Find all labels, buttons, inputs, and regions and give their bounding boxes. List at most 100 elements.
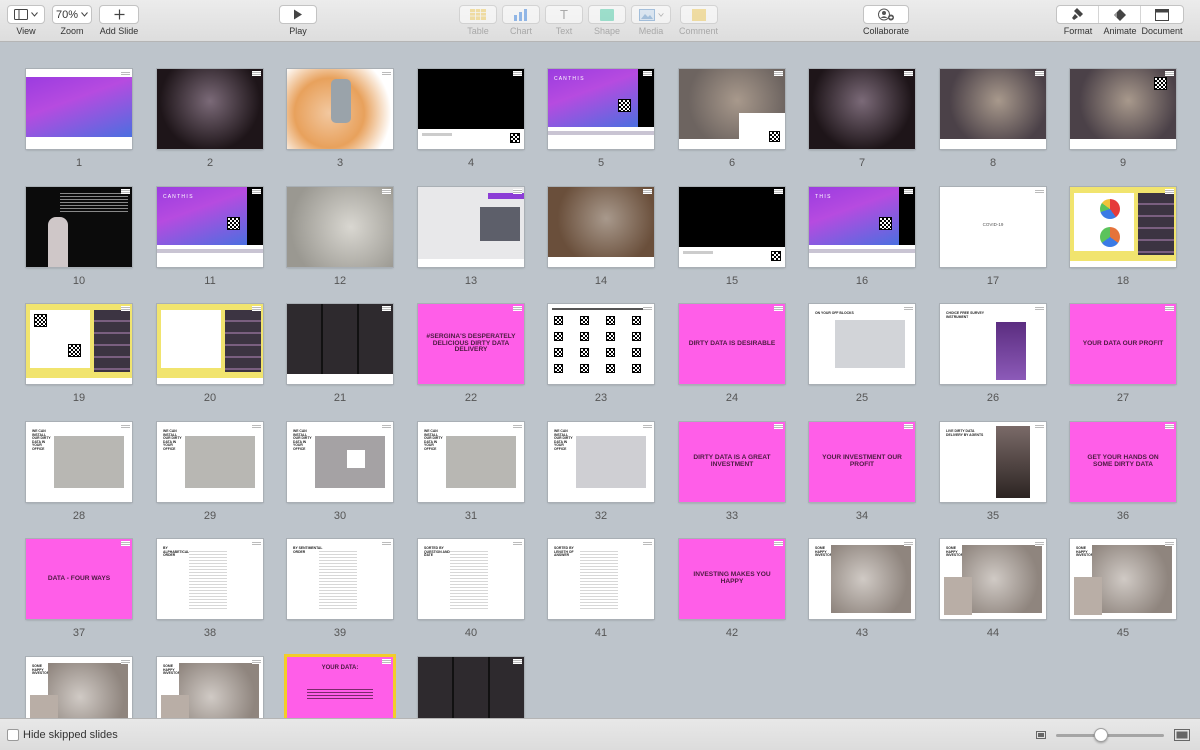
slide-thumbnail[interactable]: YOUR INVESTMENT OUR PROFIT 34	[809, 422, 915, 522]
collaborate-control[interactable]: Collaborate	[863, 5, 909, 36]
slide-preview[interactable]: DIRTY DATA IS DESIRABLE	[679, 304, 785, 384]
slide-thumbnail[interactable]: WE CAN INSTALL OUR DIRTY DATA IN YOUR OF…	[548, 422, 654, 522]
slide-preview[interactable]	[287, 69, 393, 149]
slide-preview[interactable]	[26, 304, 132, 384]
hide-skipped-checkbox[interactable]	[7, 728, 19, 741]
slide-preview[interactable]: COVID-19	[940, 187, 1046, 267]
slide-thumbnail[interactable]: YOUR DATA:48	[287, 657, 393, 718]
slide-thumbnail[interactable]: WE CAN INSTALL OUR DIRTY DATA IN YOUR OF…	[287, 422, 393, 522]
view-button[interactable]	[7, 5, 45, 24]
comment-control[interactable]: Comment	[679, 5, 718, 36]
slide-preview[interactable]: SORTED BY QUESTION AND DATE	[418, 539, 524, 619]
slide-preview[interactable]	[418, 657, 524, 718]
collaborate-button[interactable]	[863, 5, 910, 24]
slide-thumbnail[interactable]: WE CAN INSTALL OUR DIRTY DATA IN YOUR OF…	[418, 422, 524, 522]
slide-thumbnail[interactable]: WE CAN INSTALL OUR DIRTY DATA IN YOUR OF…	[157, 422, 263, 522]
slide-preview[interactable]: #SERGINA'S DESPERATELY DELICIOUS DIRTY D…	[418, 304, 524, 384]
slide-thumbnail[interactable]: 12	[287, 187, 393, 287]
slide-preview[interactable]	[548, 187, 654, 267]
slide-thumbnail[interactable]: SOME HAPPY INVESTORS 44	[940, 539, 1046, 639]
slide-thumbnail[interactable]: SOME HAPPY INVESTORS 45	[1070, 539, 1176, 639]
slide-preview[interactable]: SOME HAPPY INVESTORS	[1070, 539, 1176, 619]
slide-thumbnail[interactable]: 10	[26, 187, 132, 287]
zoom-select[interactable]: 70%	[52, 5, 92, 24]
slide-preview[interactable]	[809, 69, 915, 149]
slide-preview[interactable]: LIVE DIRTY DATA DELIVERY BY AGENTS	[940, 422, 1046, 502]
slide-preview[interactable]: SORTED BY LENGTH OF ANSWER	[548, 539, 654, 619]
thumbnail-size-slider[interactable]	[1056, 727, 1164, 742]
slide-preview[interactable]: WE CAN INSTALL OUR DIRTY DATA IN YOUR OF…	[418, 422, 524, 502]
slide-preview[interactable]: SOME HAPPY INVESTORS	[157, 657, 263, 718]
slide-thumbnail[interactable]: 3	[287, 69, 393, 169]
slide-thumbnail[interactable]: 18	[1070, 187, 1176, 287]
comment-button[interactable]	[679, 5, 718, 24]
text-button[interactable]: T	[545, 5, 583, 24]
slide-preview[interactable]: BY SENTIMENTAL ORDER	[287, 539, 393, 619]
slide-preview[interactable]: BY ALPHABETICAL ORDER	[157, 539, 263, 619]
view-control[interactable]: View	[7, 5, 45, 36]
slide-thumbnail[interactable]: DATA - FOUR WAYS 37	[26, 539, 132, 639]
slide-preview[interactable]	[418, 69, 524, 149]
slide-thumbnail[interactable]: 2	[157, 69, 263, 169]
slide-preview[interactable]: YOUR INVESTMENT OUR PROFIT	[809, 422, 915, 502]
slide-thumbnail[interactable]: 20	[157, 304, 263, 404]
slide-thumbnail[interactable]: 1	[26, 69, 132, 169]
slide-preview[interactable]: SOME HAPPY INVESTORS	[809, 539, 915, 619]
media-control[interactable]: Media	[631, 5, 671, 36]
slide-preview[interactable]: CHOICE FREE SURVEY INSTRUMENT	[940, 304, 1046, 384]
slide-thumbnail[interactable]: BY ALPHABETICAL ORDER 38	[157, 539, 263, 639]
chart-button[interactable]	[502, 5, 540, 24]
slide-preview[interactable]: WE CAN INSTALL OUR DIRTY DATA IN YOUR OF…	[548, 422, 654, 502]
add-slide-button[interactable]	[99, 5, 139, 24]
slide-thumbnail[interactable]: 4	[418, 69, 524, 169]
shape-button[interactable]	[588, 5, 626, 24]
slide-preview[interactable]	[157, 69, 263, 149]
slide-thumbnail[interactable]: DIRTY DATA IS DESIRABLE 24	[679, 304, 785, 404]
slide-preview[interactable]: SOME HAPPY INVESTORS	[940, 539, 1046, 619]
slide-preview[interactable]	[548, 304, 654, 384]
slide-preview[interactable]: WE CAN INSTALL OUR DIRTY DATA IN YOUR OF…	[287, 422, 393, 502]
slide-preview[interactable]: ON YOUR OFF BLOCKS	[809, 304, 915, 384]
table-button[interactable]	[459, 5, 497, 24]
slide-thumbnail[interactable]: C A N T H I S 5	[548, 69, 654, 169]
slide-thumbnail[interactable]: LIVE DIRTY DATA DELIVERY BY AGENTS 35	[940, 422, 1046, 522]
slide-preview[interactable]	[418, 187, 524, 267]
slide-preview[interactable]: WE CAN INSTALL OUR DIRTY DATA IN YOUR OF…	[157, 422, 263, 502]
slide-preview[interactable]	[26, 69, 132, 149]
slide-thumbnail[interactable]: 21	[287, 304, 393, 404]
slide-preview[interactable]	[1070, 187, 1176, 267]
slide-thumbnail[interactable]: SORTED BY QUESTION AND DATE 40	[418, 539, 524, 639]
slide-thumbnail[interactable]: INVESTING MAKES YOU HAPPY 42	[679, 539, 785, 639]
slide-thumbnail[interactable]: SOME HAPPY INVESTORS 43	[809, 539, 915, 639]
zoom-control[interactable]: 70% Zoom	[52, 5, 92, 36]
slide-preview[interactable]	[287, 187, 393, 267]
play-control[interactable]: Play	[279, 5, 317, 36]
slide-thumbnail[interactable]: BY SENTIMENTAL ORDER 39	[287, 539, 393, 639]
slide-thumbnail[interactable]: 49	[418, 657, 524, 718]
slide-thumbnail[interactable]: 6	[679, 69, 785, 169]
slide-preview[interactable]	[287, 304, 393, 384]
slide-thumbnail[interactable]: 13	[418, 187, 524, 287]
slide-thumbnail[interactable]: YOUR DATA OUR PROFIT 27	[1070, 304, 1176, 404]
slide-preview[interactable]	[157, 304, 263, 384]
play-button[interactable]	[279, 5, 317, 24]
text-control[interactable]: T Text	[545, 5, 583, 36]
slide-preview[interactable]	[26, 187, 132, 267]
slide-preview[interactable]	[679, 69, 785, 149]
slide-thumbnail[interactable]: 9	[1070, 69, 1176, 169]
slide-thumbnail[interactable]: SOME HAPPY INVESTORS46	[26, 657, 132, 718]
slider-knob[interactable]	[1094, 727, 1108, 742]
slide-thumbnail[interactable]: 19	[26, 304, 132, 404]
slide-preview[interactable]: T H I S	[809, 187, 915, 267]
slide-thumbnail[interactable]: 23	[548, 304, 654, 404]
slide-preview[interactable]: DATA - FOUR WAYS	[26, 539, 132, 619]
slide-thumbnail[interactable]: 14	[548, 187, 654, 287]
slide-thumbnail[interactable]: C A N T H I S 11	[157, 187, 263, 287]
table-control[interactable]: Table	[459, 5, 497, 36]
slide-preview[interactable]: SOME HAPPY INVESTORS	[26, 657, 132, 718]
slide-thumbnail[interactable]: #SERGINA'S DESPERATELY DELICIOUS DIRTY D…	[418, 304, 524, 404]
media-button[interactable]	[631, 5, 671, 24]
animate-button[interactable]	[1099, 6, 1141, 23]
slide-preview[interactable]: C A N T H I S	[157, 187, 263, 267]
slide-thumbnail[interactable]: WE CAN INSTALL OUR DIRTY DATA IN YOUR OF…	[26, 422, 132, 522]
